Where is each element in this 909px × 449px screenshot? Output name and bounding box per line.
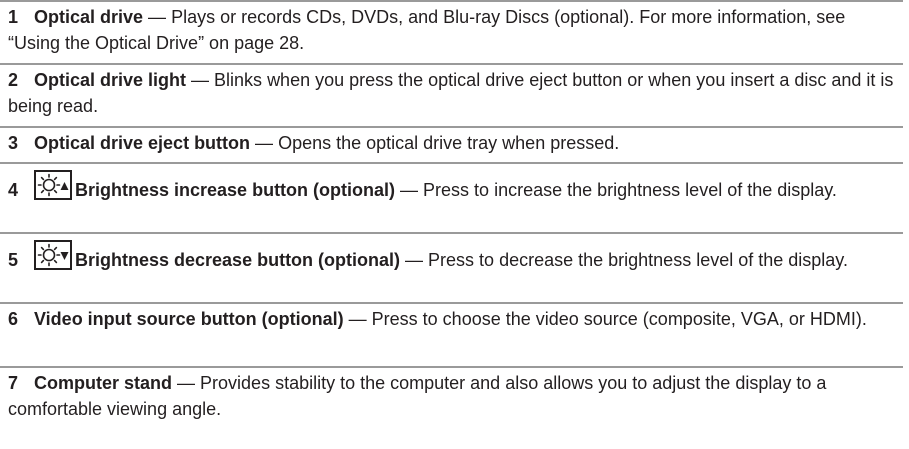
em-dash: — [395,180,424,200]
divider [0,63,903,65]
item-title: Optical drive eject button [34,133,251,153]
divider [0,0,903,2]
item-number: 5 [8,250,19,270]
list-item-video-input-source-button: 6 Video input source button (optional) — … [0,306,903,332]
list-item-computer-stand: 7 Computer stand — Provides stability to … [0,370,903,422]
item-number: 1 [8,7,19,27]
divider [0,366,903,368]
em-dash: — [172,373,201,393]
item-title: Computer stand [34,373,173,393]
em-dash: — [186,70,215,90]
item-title: Brightness decrease button (optional) [75,250,401,270]
item-number: 6 [8,309,19,329]
em-dash: — [343,309,372,329]
em-dash: — [143,7,172,27]
list-item-brightness-decrease-button: 5 Brightness decrease button (optional) … [0,240,903,273]
list-item-optical-drive-light: 2 Optical drive light — Blinks when you p… [0,67,903,119]
list-item-optical-drive: 1 Optical drive — Plays or records CDs, D… [0,4,903,56]
brightness-decrease-icon [34,240,72,270]
item-title: Optical drive light [34,70,187,90]
item-description: Press to increase the brightness level o… [423,180,837,200]
divider [0,126,903,128]
item-title: Brightness increase button (optional) [75,180,396,200]
item-title: Optical drive [34,7,144,27]
divider [0,302,903,304]
item-description: Opens the optical drive tray when presse… [278,133,620,153]
em-dash: — [250,133,279,153]
item-number: 7 [8,373,19,393]
item-title: Video input source button (optional) [34,309,344,329]
item-description: Press to choose the video source (compos… [371,309,867,329]
divider [0,232,903,234]
list-item-brightness-increase-button: 4 Brightness increase button (optional) … [0,170,903,203]
item-description: Press to decrease the brightness level o… [428,250,848,270]
brightness-increase-icon [34,170,72,200]
list-item-optical-drive-eject-button: 3 Optical drive eject button — Opens the … [0,130,903,156]
component-description-list: 1 Optical drive — Plays or records CDs, D… [0,0,909,449]
item-number: 3 [8,133,19,153]
item-number: 2 [8,70,19,90]
divider [0,162,903,164]
em-dash: — [400,250,429,270]
item-number: 4 [8,180,19,200]
